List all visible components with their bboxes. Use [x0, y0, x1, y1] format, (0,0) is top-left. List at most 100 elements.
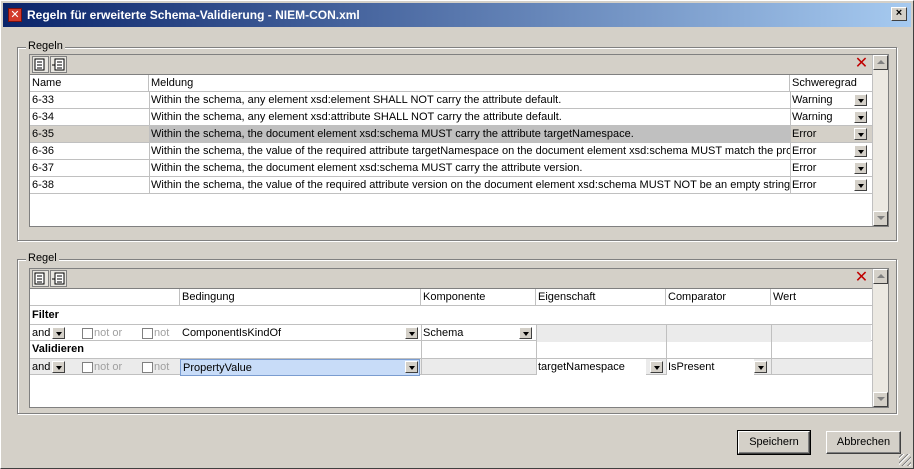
- rules-toolbar: ✕: [30, 55, 872, 75]
- severity-dropdown-arrow[interactable]: [854, 111, 867, 123]
- rule-severity[interactable]: Error: [790, 160, 850, 177]
- rule-severity[interactable]: Error: [790, 177, 850, 194]
- column-divider: [536, 324, 537, 375]
- append-rule-button[interactable]: [32, 56, 49, 73]
- rule-name: 6-38: [32, 179, 55, 191]
- col-header-condition[interactable]: Bedingung: [180, 289, 421, 306]
- rule-severity[interactable]: Warning: [790, 92, 850, 109]
- rule-severity[interactable]: Warning: [790, 109, 850, 126]
- col-header-severity[interactable]: Schweregrad: [790, 75, 874, 92]
- dialog-window: ✕ Regeln für erweiterte Schema-Validieru…: [0, 0, 914, 469]
- rule-row[interactable]: 6-38 Within the schema, the value of the…: [30, 177, 874, 194]
- rule-group: Regel ✕ Bedingung Komponente Eigenschaft…: [17, 252, 897, 414]
- insert-row-icon: [52, 58, 65, 71]
- rule-grid: ✕ Bedingung Komponente Eigenschaft Compa…: [29, 268, 889, 408]
- rules-group: Regeln ✕ Name Meldung Schweregrad 6-33 W…: [17, 40, 897, 241]
- rule-toolbar: ✕: [30, 269, 872, 289]
- scroll-up-button[interactable]: [873, 269, 888, 284]
- rule-row-selected[interactable]: 6-35 Within the schema, the document ele…: [30, 126, 874, 143]
- down-arrow-icon: [877, 216, 885, 220]
- col-header-comparator[interactable]: Comparator: [666, 289, 771, 306]
- rule-row[interactable]: 6-37 Within the schema, the document ele…: [30, 160, 874, 177]
- comparator-dropdown-arrow[interactable]: [754, 361, 767, 373]
- severity-dropdown-arrow[interactable]: [854, 128, 867, 140]
- col-header-component[interactable]: Komponente: [421, 289, 536, 306]
- validate-condition-value[interactable]: PropertyValue: [180, 359, 420, 376]
- column-divider: [149, 92, 150, 194]
- rule-name: 6-36: [32, 145, 55, 157]
- rule-vertical-scrollbar[interactable]: [872, 269, 888, 407]
- rule-row[interactable]: 6-33 Within the schema, any element xsd:…: [30, 92, 874, 109]
- not-or-label: not or: [94, 327, 123, 339]
- delete-x-icon: ✕: [854, 269, 869, 286]
- severity-dropdown-arrow[interactable]: [854, 145, 867, 157]
- cancel-button[interactable]: Abbrechen: [826, 431, 901, 454]
- insert-rule-button[interactable]: [50, 56, 67, 73]
- close-button[interactable]: ×: [891, 7, 907, 21]
- add-row-icon: [34, 272, 45, 285]
- not-label: not: [154, 361, 170, 373]
- rule-group-label: Regel: [26, 252, 59, 264]
- condition-dropdown-arrow[interactable]: [405, 361, 418, 373]
- app-icon: ✕: [8, 8, 22, 22]
- validate-condition-row[interactable]: and not or not PropertyValue targetNames…: [30, 358, 874, 376]
- scroll-up-button[interactable]: [873, 55, 888, 70]
- rule-row[interactable]: 6-36 Within the schema, the value of the…: [30, 143, 874, 160]
- rule-name: 6-34: [32, 111, 55, 123]
- rule-message: Within the schema, the value of the requ…: [151, 179, 790, 191]
- col-header-message[interactable]: Meldung: [149, 75, 790, 92]
- logic-dropdown-arrow[interactable]: [52, 361, 65, 373]
- append-condition-button[interactable]: [32, 270, 49, 287]
- title-bar[interactable]: ✕ Regeln für erweiterte Schema-Validieru…: [3, 3, 911, 27]
- severity-dropdown-arrow[interactable]: [854, 162, 867, 174]
- validate-heading: Validieren: [32, 343, 84, 355]
- severity-dropdown-arrow[interactable]: [854, 94, 867, 106]
- col-header-blank: [30, 289, 180, 306]
- column-divider: [790, 92, 791, 194]
- scroll-down-button[interactable]: [873, 392, 888, 407]
- col-header-name[interactable]: Name: [30, 75, 149, 92]
- scroll-down-button[interactable]: [873, 211, 888, 226]
- filter-condition-value[interactable]: ComponentIsKindOf: [180, 325, 404, 342]
- delete-x-icon: ✕: [854, 55, 869, 72]
- rule-row[interactable]: 6-34 Within the schema, any element xsd:…: [30, 109, 874, 126]
- rule-message: Within the schema, the document element …: [151, 162, 583, 174]
- add-row-icon: [34, 58, 45, 71]
- column-divider: [666, 324, 667, 375]
- save-button[interactable]: Speichern: [737, 430, 811, 455]
- rules-vertical-scrollbar[interactable]: [872, 55, 888, 226]
- rule-severity[interactable]: Error: [790, 143, 850, 160]
- not-or-label: not or: [94, 361, 123, 373]
- up-arrow-icon: [877, 60, 885, 64]
- filter-component-value[interactable]: Schema: [421, 325, 517, 342]
- insert-condition-button[interactable]: [50, 270, 67, 287]
- component-dropdown-arrow[interactable]: [519, 327, 532, 339]
- rule-message: Within the schema, any element xsd:eleme…: [151, 94, 562, 106]
- rule-severity[interactable]: Error: [790, 126, 850, 143]
- condition-dropdown-arrow[interactable]: [405, 327, 418, 339]
- rule-name: 6-35: [32, 128, 55, 140]
- validate-comparator-value[interactable]: IsPresent: [666, 359, 754, 376]
- window-title: Regeln für erweiterte Schema-Validierung…: [27, 8, 360, 22]
- validate-property-value[interactable]: targetNamespace: [536, 359, 646, 376]
- property-dropdown-arrow[interactable]: [650, 361, 663, 373]
- filter-condition-row[interactable]: and not or not ComponentIsKindOf Schema: [30, 324, 874, 342]
- filter-heading: Filter: [32, 309, 59, 321]
- resize-grip[interactable]: [899, 454, 911, 466]
- filter-property-empty: [536, 325, 871, 342]
- col-header-value[interactable]: Wert: [771, 289, 874, 306]
- up-arrow-icon: [877, 274, 885, 278]
- rule-name: 6-33: [32, 94, 55, 106]
- down-arrow-icon: [877, 397, 885, 401]
- col-header-property[interactable]: Eigenschaft: [536, 289, 666, 306]
- rules-grid: ✕ Name Meldung Schweregrad 6-33 Within t…: [29, 54, 889, 227]
- validate-logic[interactable]: and: [30, 359, 52, 376]
- filter-logic[interactable]: and: [30, 325, 52, 342]
- rule-name: 6-37: [32, 162, 55, 174]
- column-divider: [771, 324, 772, 375]
- delete-condition-button[interactable]: ✕: [853, 270, 870, 287]
- severity-dropdown-arrow[interactable]: [854, 179, 867, 191]
- delete-rule-button[interactable]: ✕: [853, 56, 870, 73]
- rule-message: Within the schema, the document element …: [149, 126, 790, 143]
- logic-dropdown-arrow[interactable]: [52, 327, 65, 339]
